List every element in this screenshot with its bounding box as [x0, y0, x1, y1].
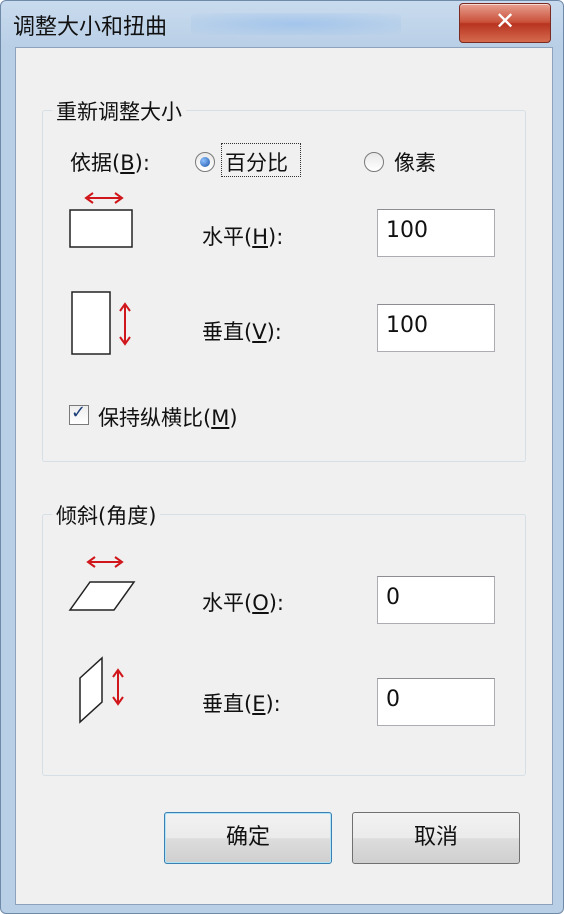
close-icon: ✕ — [494, 7, 516, 35]
resize-horizontal-label: 水平(H): — [202, 225, 284, 249]
resize-horizontal-input[interactable]: 100 — [377, 209, 495, 257]
resize-group-title: 重新调整大小 — [52, 96, 186, 126]
title-bar[interactable]: 调整大小和扭曲 ✕ — [1, 1, 563, 47]
skew-horizontal-icon — [68, 556, 136, 611]
resize-vertical-input[interactable]: 100 — [377, 304, 495, 352]
window-title: 调整大小和扭曲 — [13, 15, 168, 40]
percent-label[interactable]: 百分比 — [225, 147, 288, 177]
resize-vertical-label: 垂直(V): — [202, 320, 282, 344]
percent-radio[interactable] — [195, 152, 215, 172]
pixel-radio[interactable] — [364, 152, 384, 172]
skew-vertical-icon — [79, 656, 124, 724]
pixel-label[interactable]: 像素 — [394, 147, 436, 177]
ok-button[interactable]: 确定 — [164, 812, 332, 864]
resize-vertical-icon — [71, 291, 131, 355]
skew-group-title: 倾斜(角度) — [52, 500, 161, 530]
cancel-button[interactable]: 取消 — [352, 812, 520, 864]
dialog-client-area: 重新调整大小 依据(B): 百分比 像素 水平(H): 100 垂直(V): 1… — [15, 47, 553, 905]
skew-horizontal-input[interactable]: 0 — [377, 576, 495, 624]
keep-ratio-checkbox[interactable]: ✓ — [69, 402, 89, 425]
dialog-window: 调整大小和扭曲 ✕ 重新调整大小 依据(B): 百分比 像素 水平(H): 10… — [0, 0, 564, 914]
keep-ratio-label[interactable]: 保持纵横比(M) — [98, 402, 238, 432]
skew-vertical-label: 垂直(E): — [202, 692, 281, 716]
close-button[interactable]: ✕ — [459, 3, 551, 43]
skew-vertical-input[interactable]: 0 — [377, 678, 495, 726]
resize-horizontal-icon — [69, 192, 133, 248]
check-icon: ✓ — [71, 402, 87, 423]
basis-label: 依据(B): — [70, 151, 150, 175]
title-glow — [191, 13, 401, 35]
skew-horizontal-label: 水平(O): — [202, 591, 285, 615]
